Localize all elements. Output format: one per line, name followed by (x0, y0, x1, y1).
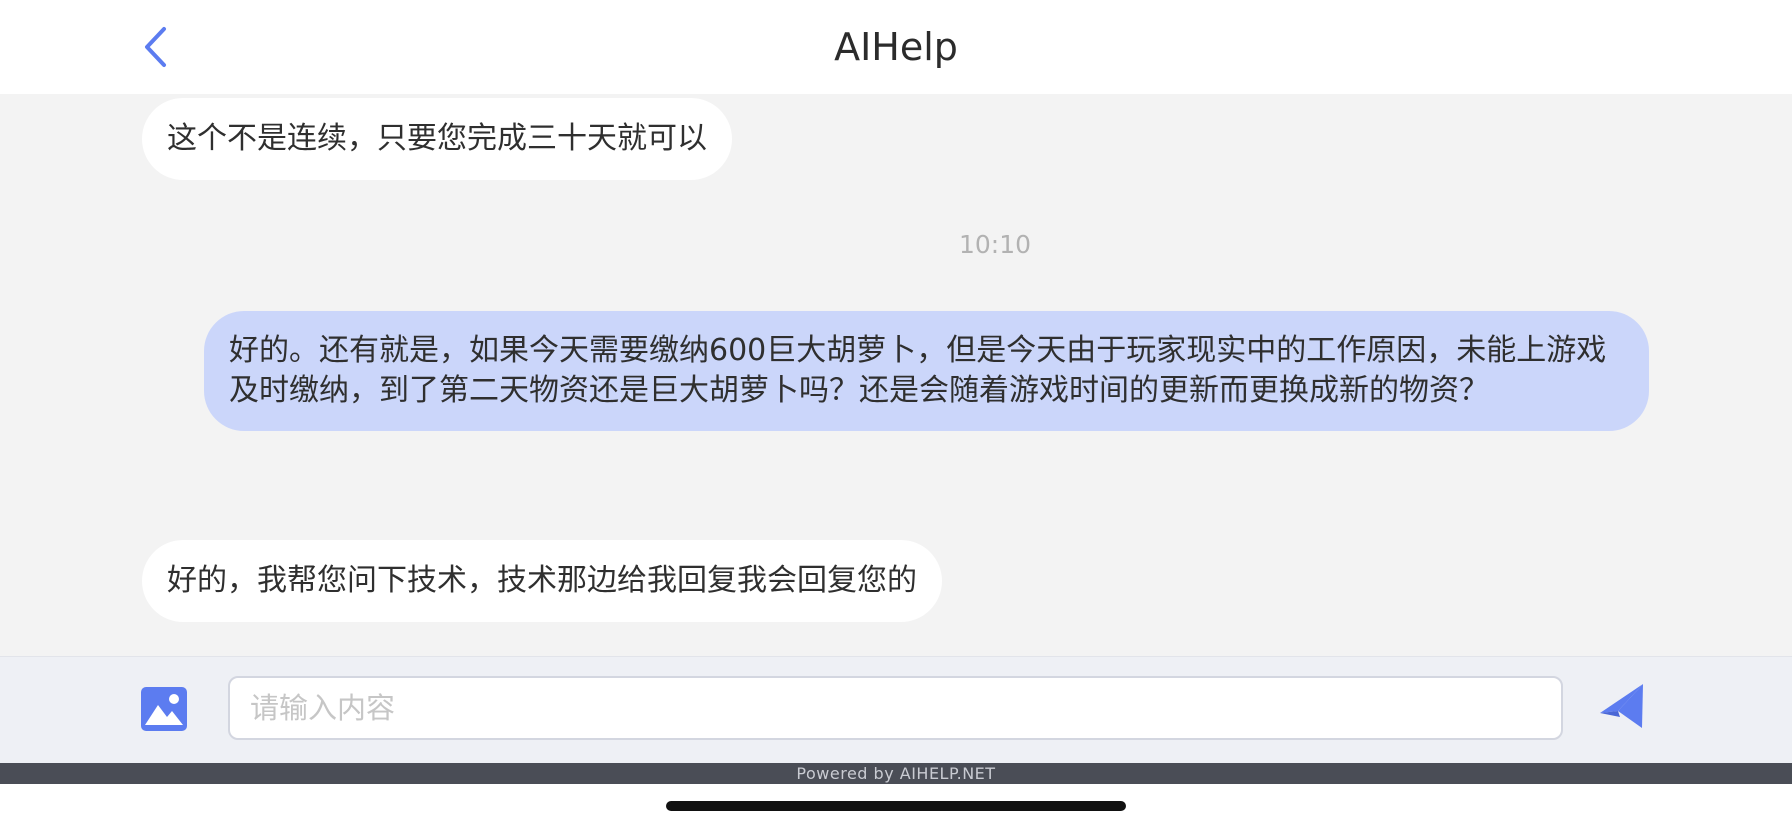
message-input[interactable] (228, 676, 1563, 740)
agent-message: 好的，我帮您问下技术，技术那边给我回复我会回复您的 (142, 540, 942, 622)
send-button[interactable] (1596, 681, 1648, 733)
message-input-bar (0, 656, 1792, 763)
page-title: AIHelp (834, 25, 958, 69)
header-bar: AIHelp (0, 0, 1792, 94)
home-indicator[interactable] (666, 801, 1126, 811)
send-icon (1600, 684, 1643, 728)
user-message: 好的。还有就是，如果今天需要缴纳600巨大胡萝卜，但是今天由于玩家现实中的工作原… (204, 311, 1649, 431)
message-timestamp: 10:10 (958, 230, 1032, 259)
chat-message-list: 这个不是连续，只要您完成三十天就可以 10:10 好的。还有就是，如果今天需要缴… (0, 94, 1792, 656)
agent-message: 这个不是连续，只要您完成三十天就可以 (142, 98, 732, 180)
powered-by-footer: Powered by AIHELP.NET (0, 763, 1792, 784)
message-text: 好的，我帮您问下技术，技术那边给我回复我会回复您的 (167, 563, 917, 598)
message-text: 这个不是连续，只要您完成三十天就可以 (167, 121, 707, 156)
image-upload-button[interactable] (140, 685, 188, 733)
message-text: 好的。还有就是，如果今天需要缴纳600巨大胡萝卜，但是今天由于玩家现实中的工作原… (229, 333, 1607, 408)
home-indicator-area (0, 784, 1792, 828)
image-icon (141, 687, 187, 731)
